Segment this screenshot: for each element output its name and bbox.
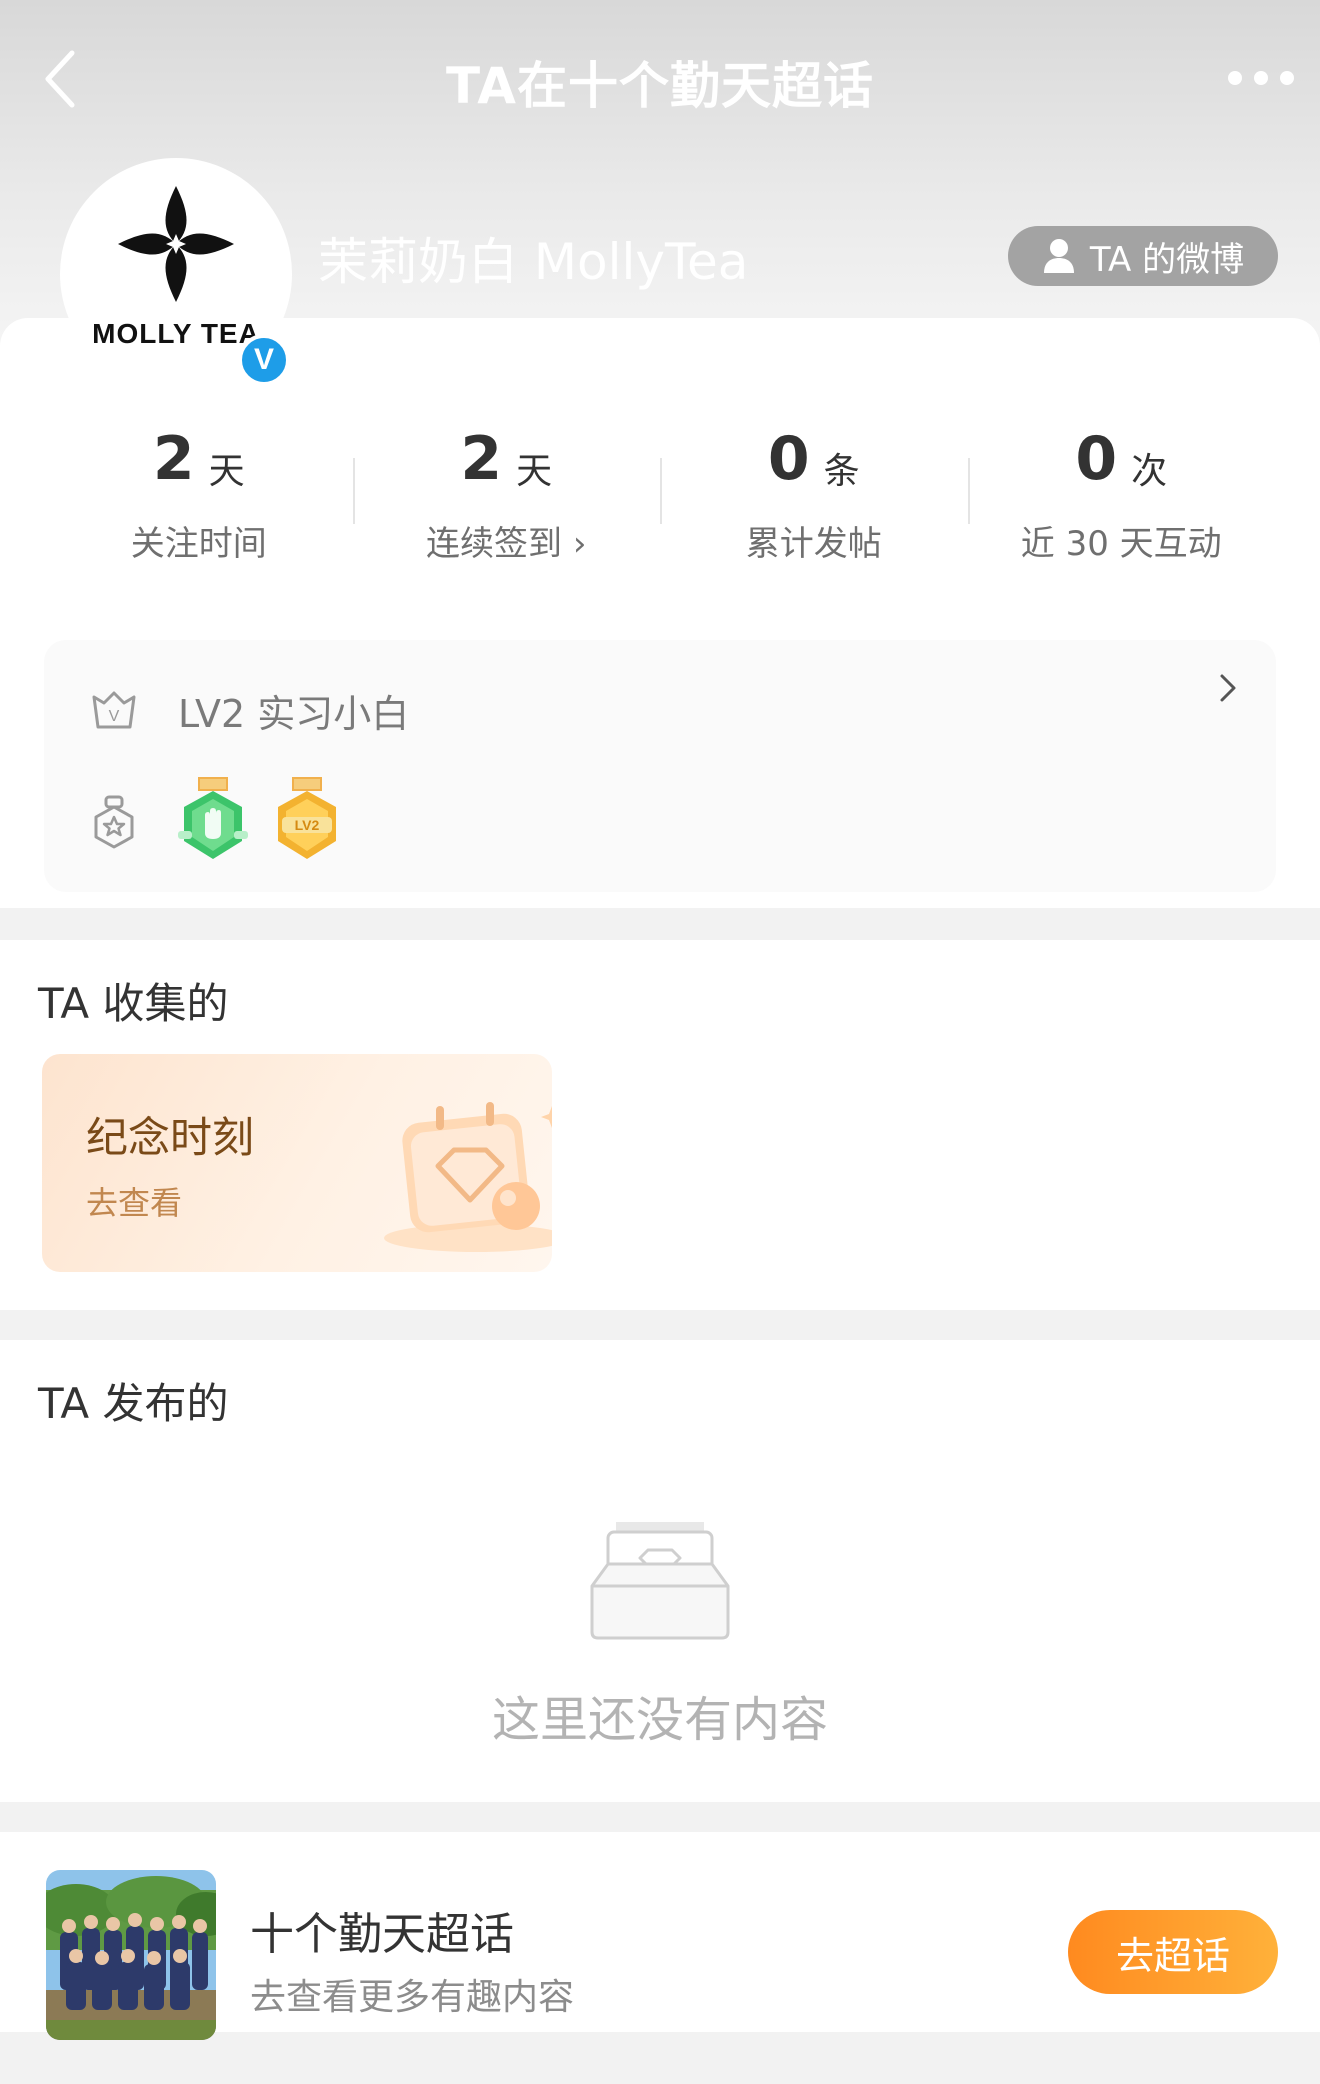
ta-weibo-label: TA 的微博 — [1089, 239, 1245, 280]
go-to-topic-button[interactable]: 去超话 — [1068, 1910, 1278, 1994]
more-options-button[interactable] — [1206, 60, 1316, 96]
lv2-medal-icon[interactable]: LV2 — [272, 777, 342, 867]
collected-title: TA 收集的 — [38, 979, 229, 1028]
collected-section: TA 收集的 纪念时刻 去查看 — [0, 940, 1320, 1310]
dot-icon — [1254, 71, 1268, 85]
stat-label: 关注时间 — [130, 524, 267, 564]
svg-text:V: V — [109, 708, 120, 725]
topic-subtitle: 去查看更多有趣内容 — [250, 1977, 575, 2018]
dot-icon — [1228, 71, 1242, 85]
memory-card-title: 纪念时刻 — [86, 1113, 255, 1162]
crown-level-icon: V — [92, 691, 136, 729]
lv2-medal-text: LV2 — [295, 817, 320, 833]
hand-medal-icon[interactable] — [178, 777, 248, 867]
chevron-right-icon[interactable] — [1198, 658, 1258, 718]
stat-unit: 天 — [208, 451, 245, 492]
ta-weibo-button[interactable]: TA 的微博 — [1008, 226, 1278, 286]
stats-card: 2 天 关注时间 2 天 连续签到 › 0 条 累计发帖 0 次 近 30 天互… — [0, 318, 1320, 908]
stat-label: 连续签到 › — [426, 524, 587, 564]
empty-state-text: 这里还没有内容 — [491, 1692, 828, 1748]
calendar-gem-icon — [384, 1102, 552, 1252]
topic-footer: 十个勤天超话 去查看更多有趣内容 去超话 — [0, 1832, 1320, 2040]
molly-tea-logo-icon — [118, 186, 234, 302]
medal-outline-icon — [94, 795, 134, 849]
stat-total-posts: 0 条 累计发帖 — [660, 418, 968, 564]
level-label: LV2 实习小白 — [178, 691, 410, 736]
posted-title: TA 发布的 — [38, 1379, 229, 1428]
stat-value: 0 — [1075, 424, 1118, 494]
page-title: TA在十个勤天超话 — [446, 57, 874, 115]
posted-section: TA 发布的 这里还没有内容 — [0, 1340, 1320, 1802]
stat-interactions: 0 次 近 30 天互动 — [967, 418, 1276, 564]
dot-icon — [1280, 71, 1294, 85]
stat-value: 2 — [460, 424, 503, 494]
stats-row: 2 天 关注时间 2 天 连续签到 › 0 条 累计发帖 0 次 近 30 天互… — [45, 418, 1276, 564]
level-panel[interactable]: V LV2 实习小白 LV2 — [44, 640, 1276, 892]
group-photo-image — [46, 1870, 216, 2040]
topic-name: 十个勤天超话 — [250, 1909, 514, 1960]
stat-unit: 次 — [1131, 451, 1168, 492]
level-row: V LV2 实习小白 — [90, 680, 409, 740]
memory-card-link: 去查看 — [86, 1184, 183, 1222]
page: TA在十个勤天超话 茉莉奶白 MollyTea TA 的微博 2 天 关注时间 … — [0, 0, 1320, 2084]
medal-row: LV2 — [90, 772, 1250, 872]
stat-unit: 天 — [516, 451, 553, 492]
stat-unit: 条 — [823, 451, 860, 492]
memory-moments-card[interactable]: 纪念时刻 去查看 — [42, 1054, 552, 1272]
stat-value: 2 — [152, 424, 195, 494]
username: 茉莉奶白 MollyTea — [318, 233, 749, 291]
empty-box-icon — [590, 1522, 730, 1640]
stat-checkin-streak[interactable]: 2 天 连续签到 › — [352, 418, 661, 564]
topic-thumbnail[interactable] — [46, 1870, 216, 2040]
stat-label: 近 30 天互动 — [1020, 524, 1222, 564]
verified-badge-icon: V — [238, 334, 290, 386]
stat-follow-time: 2 天 关注时间 — [45, 418, 353, 564]
stat-label: 累计发帖 — [745, 524, 882, 564]
person-icon — [1043, 239, 1074, 273]
stat-value: 0 — [767, 424, 810, 494]
